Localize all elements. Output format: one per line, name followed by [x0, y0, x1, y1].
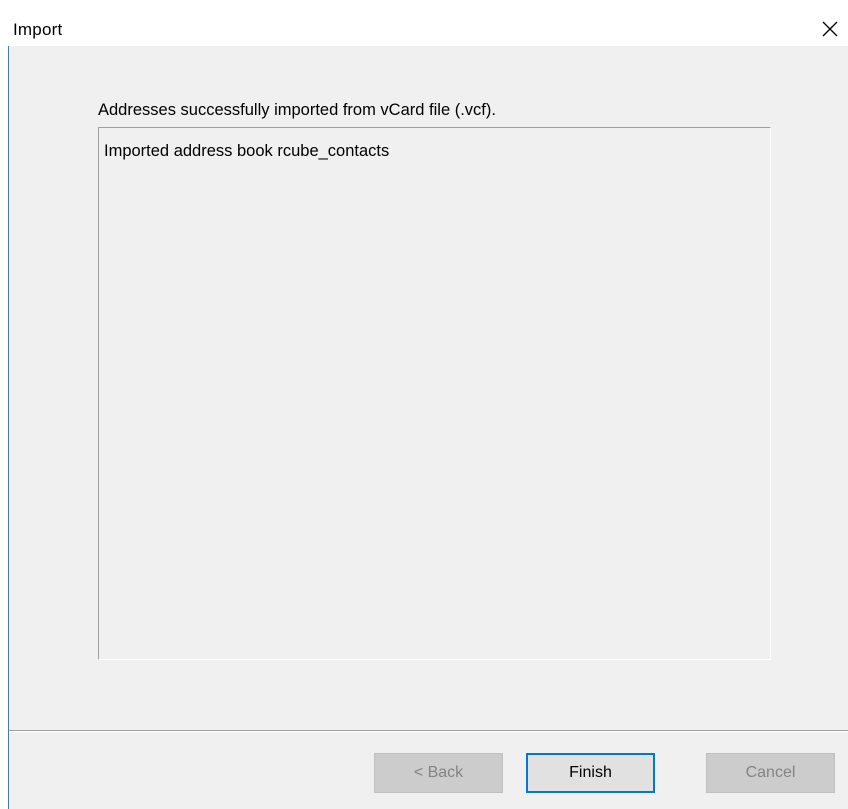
status-message: Addresses successfully imported from vCa…: [98, 101, 496, 119]
import-dialog: Import Addresses successfully imported f…: [0, 0, 848, 809]
back-button[interactable]: < Back: [374, 753, 503, 793]
title-bar[interactable]: Import: [0, 0, 848, 46]
dialog-body: Addresses successfully imported from vCa…: [9, 46, 848, 809]
log-line: Imported address book rcube_contacts: [104, 142, 390, 160]
window-title: Import: [13, 20, 63, 39]
finish-button[interactable]: Finish: [526, 753, 655, 793]
close-button[interactable]: [812, 12, 848, 46]
button-separator: [9, 730, 848, 732]
import-log-box[interactable]: Imported address book rcube_contacts: [98, 127, 771, 660]
close-icon: [822, 21, 838, 37]
cancel-button[interactable]: Cancel: [706, 753, 835, 793]
